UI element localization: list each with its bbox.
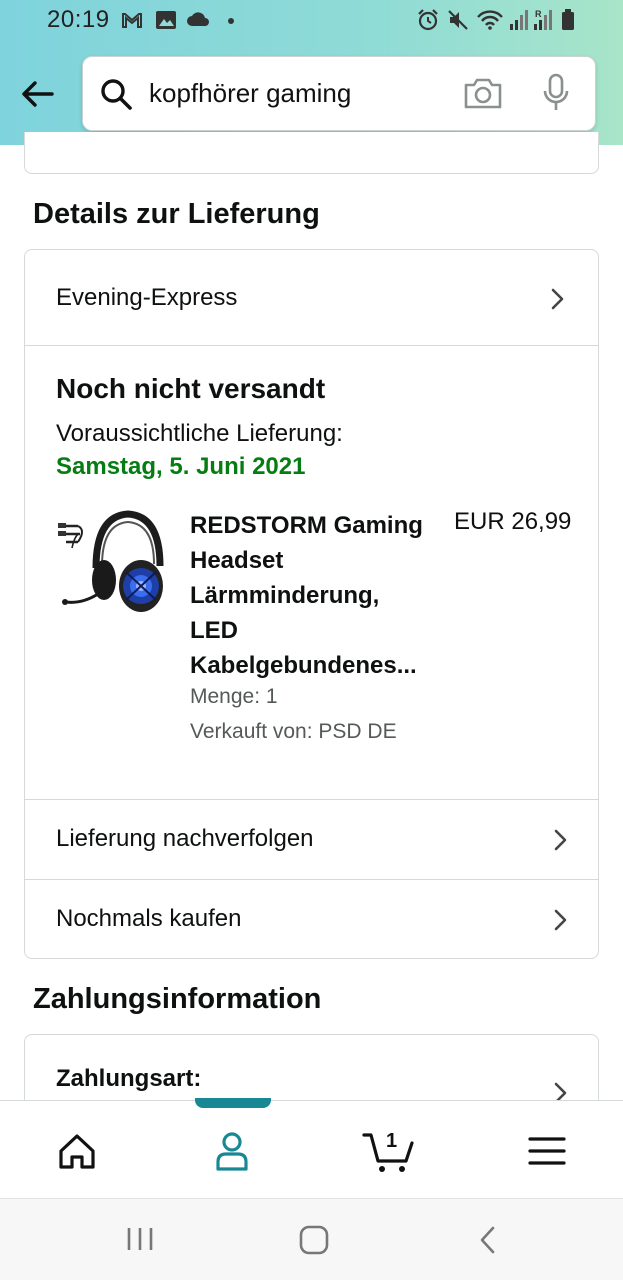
buy-again-row[interactable]: Nochmals kaufen — [25, 880, 598, 958]
alarm-icon — [418, 9, 438, 31]
product-seller: Verkauft von: PSD DE — [190, 720, 397, 743]
back-button-icon[interactable] — [476, 1225, 500, 1255]
product-title-line: REDSTORM Gaming — [190, 512, 423, 539]
divider — [25, 345, 598, 346]
product-title-line: LED — [190, 617, 238, 644]
track-delivery-row[interactable]: Lieferung nachverfolgen — [25, 800, 598, 879]
svg-text:R: R — [535, 9, 542, 19]
shipping-method-label: Evening-Express — [56, 284, 238, 311]
product-price: EUR 26,99 — [454, 508, 572, 535]
signal-roaming-icon: R — [534, 9, 552, 30]
buy-again-label: Nochmals kaufen — [56, 905, 242, 932]
delivery-card: Evening-Express Noch nicht versandt Vora… — [24, 249, 599, 959]
status-bar: 20:19 R — [0, 0, 623, 42]
dot-icon — [228, 18, 234, 24]
image-icon — [156, 11, 176, 29]
status-time: 20:19 — [47, 6, 110, 33]
battery-icon — [562, 9, 574, 30]
wifi-icon — [477, 10, 503, 30]
chevron-right-icon — [551, 288, 564, 310]
gmail-icon — [122, 13, 142, 28]
bottom-navigation: 1 — [0, 1098, 623, 1198]
product-image[interactable] — [56, 508, 166, 618]
back-arrow-icon[interactable] — [18, 74, 58, 114]
product-title-line: Lärmminderung, — [190, 582, 380, 609]
chevron-right-icon — [554, 829, 567, 851]
delivery-section-title: Details zur Lieferung — [33, 198, 320, 230]
product-title[interactable]: REDSTORM Gaming Headset Lärmminderung, L… — [190, 508, 440, 683]
payment-method-label: Zahlungsart: — [56, 1065, 202, 1092]
menu-icon[interactable] — [522, 1129, 572, 1173]
payment-section-title: Zahlungsinformation — [33, 983, 322, 1015]
shipping-method-row[interactable]: Evening-Express — [25, 250, 598, 345]
search-icon — [101, 79, 132, 110]
cloud-icon — [187, 12, 209, 26]
track-delivery-label: Lieferung nachverfolgen — [56, 825, 314, 852]
recents-icon[interactable] — [125, 1225, 155, 1253]
product-title-line: Headset — [190, 547, 284, 574]
signal-icon — [510, 10, 528, 30]
shipment-status: Noch nicht versandt — [56, 373, 326, 404]
home-icon[interactable] — [52, 1129, 102, 1173]
app-header: 20:19 R kopfhörer gaming — [0, 0, 623, 145]
active-tab-indicator — [195, 1098, 271, 1108]
chevron-right-icon — [554, 909, 567, 931]
eta-date: Samstag, 5. Juni 2021 — [56, 453, 306, 480]
cart-count-badge: 1 — [386, 1130, 398, 1152]
home-button-icon[interactable] — [298, 1225, 330, 1255]
account-icon[interactable] — [207, 1129, 257, 1173]
microphone-icon[interactable] — [541, 73, 571, 113]
previous-card-bottom — [24, 132, 599, 174]
eta-label: Voraussichtliche Lieferung: — [56, 420, 343, 447]
product-title-line: Kabelgebundenes... — [190, 652, 417, 679]
product-quantity: Menge: 1 — [190, 685, 278, 708]
mute-icon — [448, 10, 468, 30]
search-input[interactable]: kopfhörer gaming — [149, 78, 351, 109]
search-bar[interactable]: kopfhörer gaming — [82, 56, 596, 131]
system-navigation-bar — [0, 1198, 623, 1280]
camera-icon[interactable] — [463, 75, 503, 111]
